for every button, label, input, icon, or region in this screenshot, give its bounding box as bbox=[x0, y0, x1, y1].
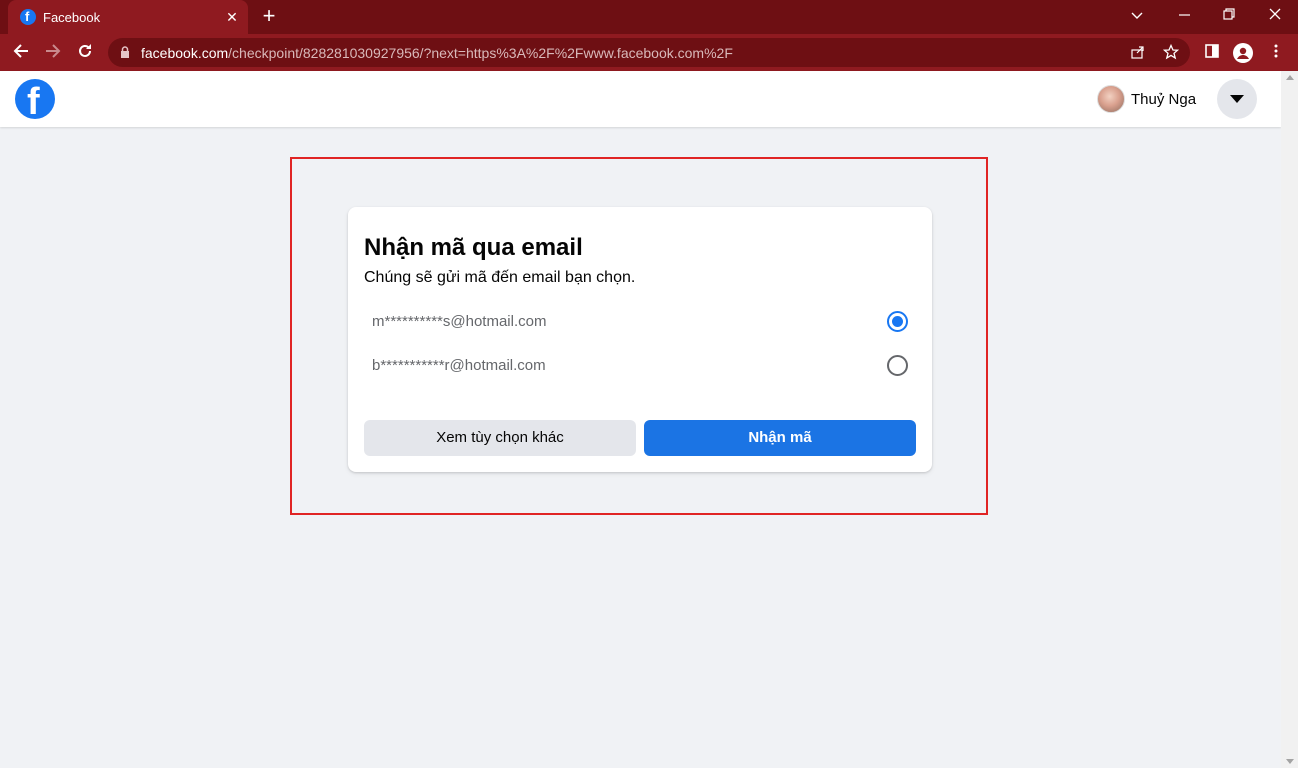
other-options-button[interactable]: Xem tùy chọn khác bbox=[364, 420, 636, 456]
forward-icon[interactable] bbox=[40, 40, 66, 66]
user-name[interactable]: Thuỷ Nga bbox=[1131, 91, 1196, 108]
radio-button-checked[interactable] bbox=[887, 311, 908, 332]
facebook-logo-icon[interactable]: f bbox=[15, 79, 55, 119]
email-option[interactable]: m**********s@hotmail.com bbox=[364, 302, 916, 342]
email-option-label: m**********s@hotmail.com bbox=[372, 313, 547, 330]
sidebar-icon[interactable] bbox=[1202, 43, 1222, 63]
facebook-favicon-icon bbox=[20, 9, 36, 25]
back-icon[interactable] bbox=[8, 40, 34, 66]
card-title: Nhận mã qua email bbox=[364, 234, 583, 261]
reload-icon[interactable] bbox=[72, 40, 98, 66]
profile-icon[interactable] bbox=[1233, 43, 1253, 63]
card-subtitle: Chúng sẽ gửi mã đến email bạn chọn. bbox=[364, 269, 636, 286]
menu-icon[interactable] bbox=[1266, 43, 1286, 63]
new-tab-button[interactable]: + bbox=[258, 5, 280, 27]
get-code-button[interactable]: Nhận mã bbox=[644, 420, 916, 456]
email-option-label: b***********r@hotmail.com bbox=[372, 357, 546, 374]
tab-title: Facebook bbox=[43, 10, 101, 25]
avatar[interactable] bbox=[1097, 85, 1125, 113]
url-text: facebook.com/checkpoint/828281030927956/… bbox=[141, 45, 733, 61]
restore-icon[interactable] bbox=[1216, 4, 1242, 28]
browser-tab[interactable]: Facebook ✕ bbox=[8, 0, 248, 34]
close-icon[interactable] bbox=[1262, 4, 1288, 28]
email-option[interactable]: b***********r@hotmail.com bbox=[364, 346, 916, 386]
account-menu-button[interactable] bbox=[1217, 79, 1257, 119]
lock-icon bbox=[121, 46, 129, 58]
facebook-header: f Thuỷ Nga bbox=[0, 71, 1281, 127]
verification-card: Nhận mã qua email Chúng sẽ gửi mã đến em… bbox=[348, 207, 932, 472]
share-icon[interactable] bbox=[1129, 44, 1147, 62]
radio-button[interactable] bbox=[887, 355, 908, 376]
minimize-icon[interactable] bbox=[1171, 4, 1197, 28]
browser-titlebar: Facebook ✕ + bbox=[0, 0, 1298, 34]
tab-close-icon[interactable]: ✕ bbox=[222, 7, 242, 27]
tab-search-icon[interactable] bbox=[1124, 4, 1150, 28]
page-scrollbar[interactable] bbox=[1281, 71, 1298, 768]
browser-toolbar: facebook.com/checkpoint/828281030927956/… bbox=[0, 34, 1298, 71]
star-icon[interactable] bbox=[1162, 43, 1180, 62]
address-bar[interactable]: facebook.com/checkpoint/828281030927956/… bbox=[108, 38, 1190, 67]
scroll-down-icon[interactable] bbox=[1286, 759, 1294, 764]
scroll-up-icon[interactable] bbox=[1286, 75, 1294, 80]
